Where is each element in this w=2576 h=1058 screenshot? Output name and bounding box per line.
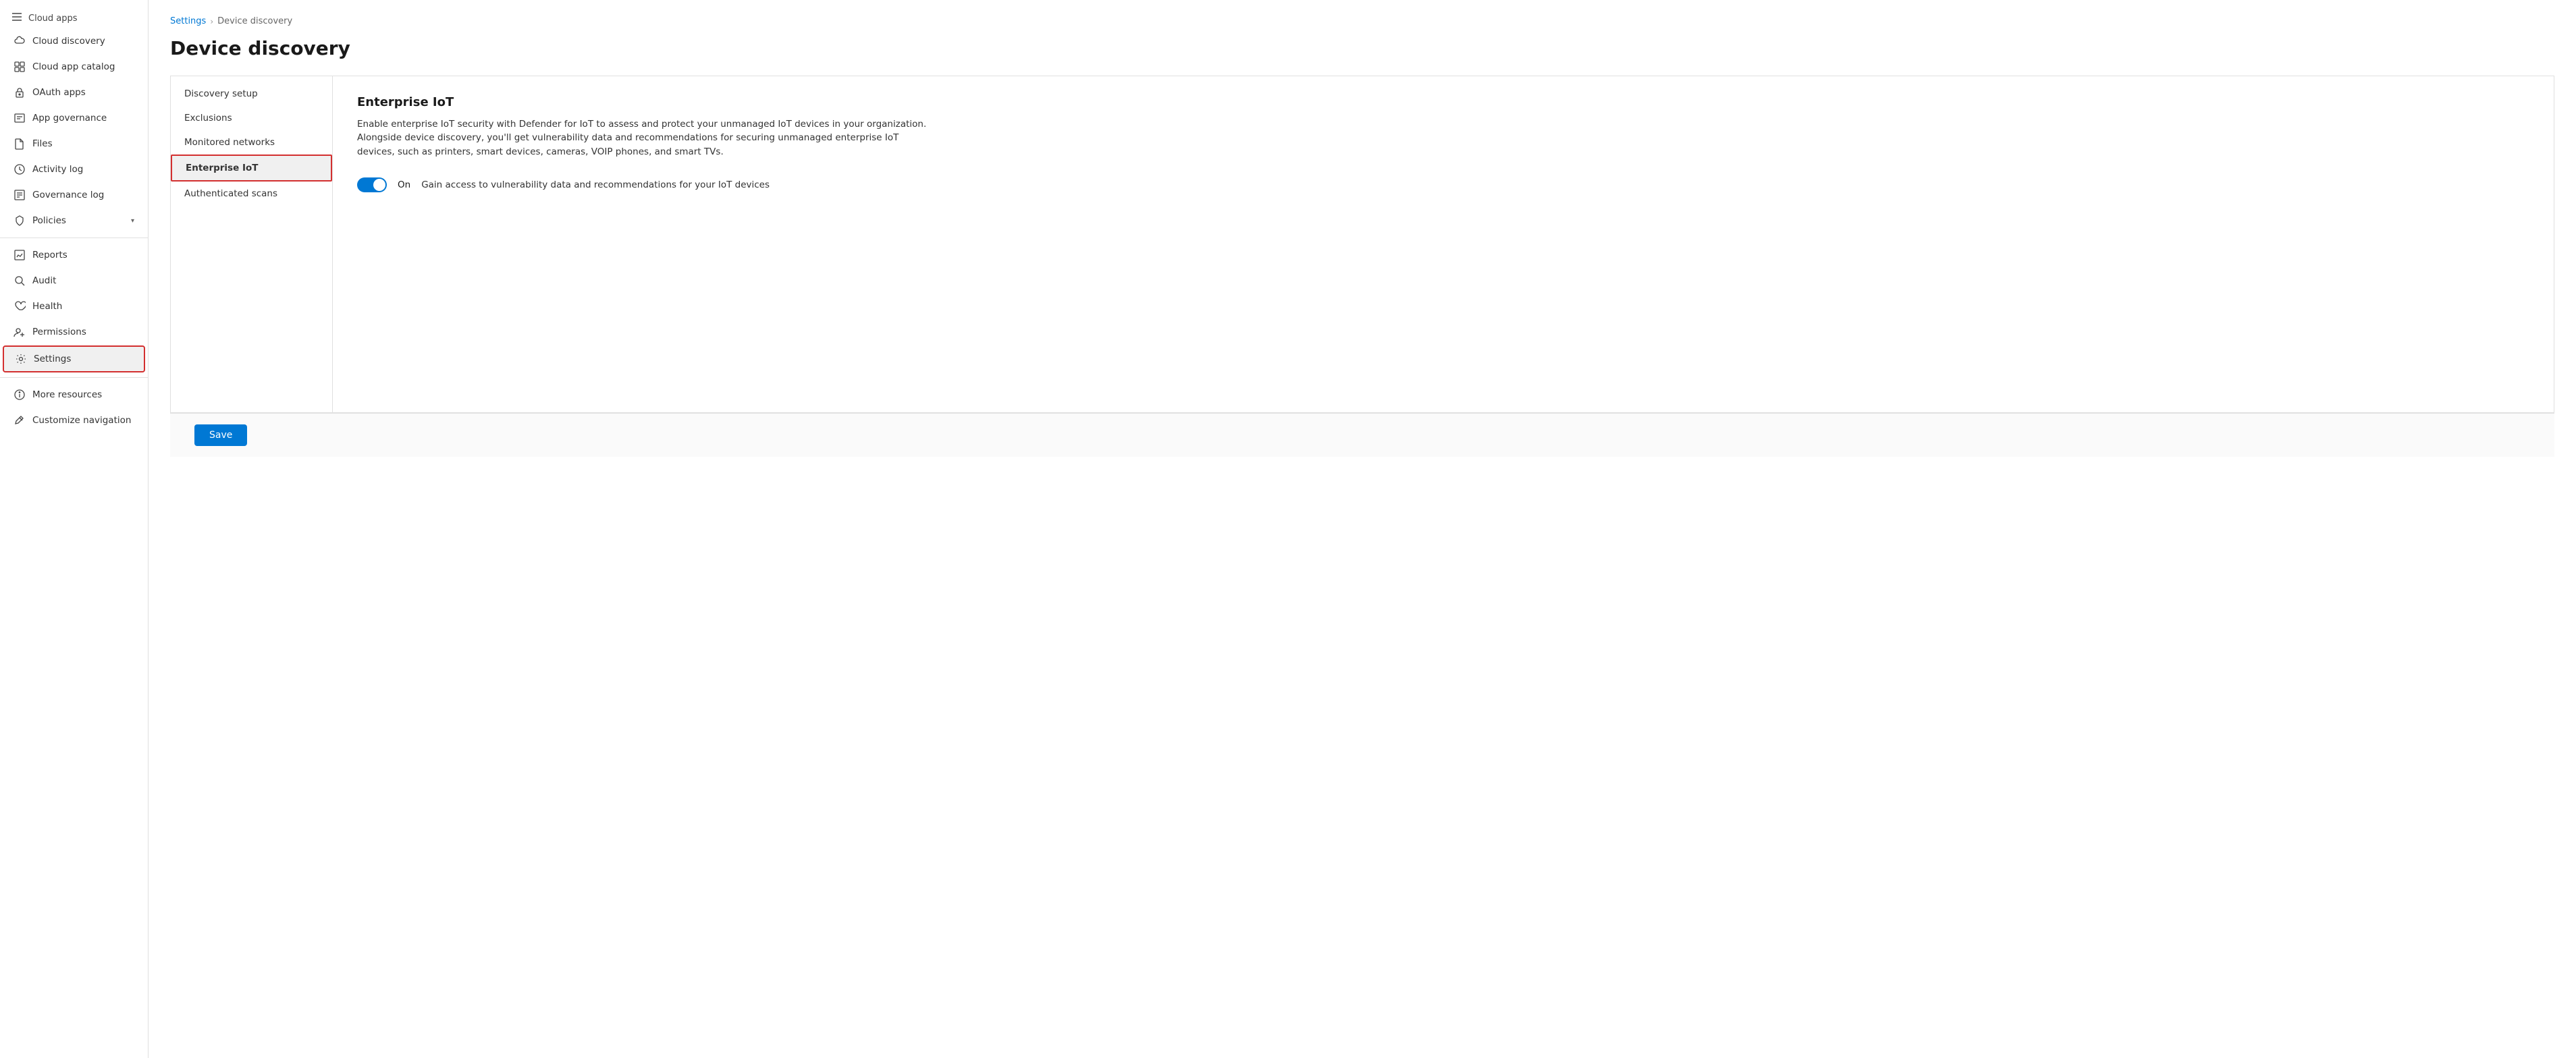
sidebar-item-files[interactable]: Files — [3, 132, 145, 156]
sidebar-label-permissions: Permissions — [32, 327, 86, 337]
sidebar-label-policies: Policies — [32, 215, 66, 226]
sidebar-label-settings: Settings — [34, 354, 71, 364]
sidebar-item-settings[interactable]: Settings — [3, 345, 145, 372]
sidebar-item-customize-nav[interactable]: Customize navigation — [3, 408, 145, 433]
breadcrumb: Settings › Device discovery — [170, 16, 2554, 26]
sidebar-item-app-governance[interactable]: App governance — [3, 106, 145, 130]
page-title: Device discovery — [170, 37, 2554, 59]
files-icon — [14, 138, 26, 150]
sidebar-label-cloud-discovery: Cloud discovery — [32, 36, 105, 47]
sidebar-label-cloud-app-catalog: Cloud app catalog — [32, 61, 115, 72]
sidebar-item-governance-log[interactable]: Governance log — [3, 183, 145, 207]
enterprise-iot-toggle[interactable] — [357, 177, 387, 192]
settings-icon — [15, 353, 27, 365]
sidebar-item-audit[interactable]: Audit — [3, 269, 145, 293]
content-area: Settings › Device discovery Device disco… — [149, 0, 2576, 1058]
sidebar-item-more-resources[interactable]: More resources — [3, 383, 145, 407]
sidebar-item-policies[interactable]: Policies ▾ — [3, 208, 145, 233]
sidebar-item-permissions[interactable]: Permissions — [3, 320, 145, 344]
enterprise-iot-title: Enterprise IoT — [357, 95, 2529, 109]
sidebar-divider-2 — [0, 377, 148, 378]
sub-nav-discovery-setup[interactable]: Discovery setup — [171, 82, 332, 106]
toggle-row: On Gain access to vulnerability data and… — [357, 177, 2529, 192]
enterprise-iot-description: Enable enterprise IoT security with Defe… — [357, 117, 931, 159]
health-icon — [14, 300, 26, 312]
governance-log-icon — [14, 189, 26, 201]
reports-icon — [14, 249, 26, 261]
toggle-state-label: On — [398, 179, 410, 190]
customize-nav-icon — [14, 414, 26, 426]
permissions-icon — [14, 326, 26, 338]
toggle-description: Gain access to vulnerability data and re… — [421, 179, 770, 190]
save-button[interactable]: Save — [194, 424, 247, 446]
panel-container: Discovery setup Exclusions Monitored net… — [170, 76, 2554, 413]
sidebar-item-reports[interactable]: Reports — [3, 243, 145, 267]
sidebar-item-activity-log[interactable]: Activity log — [3, 157, 145, 182]
sidebar-label-oauth-apps: OAuth apps — [32, 87, 86, 98]
sidebar-top-item[interactable]: Cloud apps — [0, 5, 148, 28]
activity-log-icon — [14, 163, 26, 175]
breadcrumb-separator: › — [210, 17, 213, 26]
sub-navigation: Discovery setup Exclusions Monitored net… — [171, 76, 333, 412]
policies-icon — [14, 215, 26, 227]
sidebar-item-oauth-apps[interactable]: OAuth apps — [3, 80, 145, 105]
sidebar-label-more-resources: More resources — [32, 389, 102, 400]
more-resources-icon — [14, 389, 26, 401]
sidebar-top-label: Cloud apps — [28, 13, 78, 24]
sidebar-label-governance-log: Governance log — [32, 190, 104, 200]
sidebar-label-files: Files — [32, 138, 53, 149]
sidebar-label-customize-nav: Customize navigation — [32, 415, 131, 426]
main-content: Settings › Device discovery Device disco… — [149, 0, 2576, 1058]
sidebar: Cloud apps Cloud discovery Cloud app cat… — [0, 0, 149, 1058]
oauth-apps-icon — [14, 86, 26, 99]
cloud-app-catalog-icon — [14, 61, 26, 73]
sidebar-label-health: Health — [32, 301, 62, 312]
sidebar-label-reports: Reports — [32, 250, 68, 260]
breadcrumb-current: Device discovery — [217, 16, 292, 26]
sidebar-item-health[interactable]: Health — [3, 294, 145, 318]
audit-icon — [14, 275, 26, 287]
sidebar-item-cloud-discovery[interactable]: Cloud discovery — [3, 29, 145, 53]
sidebar-label-activity-log: Activity log — [32, 164, 83, 175]
app-governance-icon — [14, 112, 26, 124]
sidebar-label-audit: Audit — [32, 275, 56, 286]
policies-chevron: ▾ — [131, 217, 134, 225]
sidebar-item-cloud-app-catalog[interactable]: Cloud app catalog — [3, 55, 145, 79]
hamburger-icon — [11, 11, 23, 26]
enterprise-iot-panel: Enterprise IoT Enable enterprise IoT sec… — [333, 76, 2554, 412]
sub-nav-monitored-networks[interactable]: Monitored networks — [171, 130, 332, 155]
sub-nav-enterprise-iot[interactable]: Enterprise IoT — [171, 155, 332, 182]
breadcrumb-settings-link[interactable]: Settings — [170, 16, 206, 26]
sidebar-label-app-governance: App governance — [32, 113, 107, 123]
cloud-discovery-icon — [14, 35, 26, 47]
sub-nav-authenticated-scans[interactable]: Authenticated scans — [171, 182, 332, 206]
sub-nav-exclusions[interactable]: Exclusions — [171, 106, 332, 130]
panel-footer: Save — [170, 413, 2554, 457]
